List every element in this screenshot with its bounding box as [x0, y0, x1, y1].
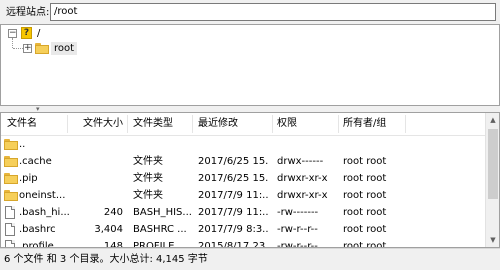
file-type: 文件夹	[133, 190, 163, 201]
column-header-name[interactable]: 文件名	[7, 117, 37, 130]
file-type: PROFILE ...	[133, 241, 188, 248]
file-permissions: -rw-------	[277, 207, 319, 218]
tree-item-root[interactable]: root	[51, 42, 78, 55]
folder-icon	[4, 156, 18, 167]
folder-icon	[35, 43, 49, 54]
column-divider[interactable]	[127, 115, 128, 133]
file-permissions: -rw-r--r--	[277, 241, 318, 248]
file-size: 148	[103, 241, 123, 248]
column-divider[interactable]	[405, 115, 406, 133]
table-row[interactable]: .cache 文件夹 2017/6/25 15... drwx------ ro…	[1, 153, 485, 170]
tree-root-label[interactable]: /	[37, 27, 40, 40]
file-name: .cache	[19, 156, 52, 167]
file-list-header: 文件名 文件大小 文件类型 最近修改 权限 所有者/组	[1, 113, 485, 136]
status-bar: 6 个文件 和 3 个目录。大小总计: 4,145 字节	[0, 248, 500, 270]
file-permissions: drwxr-xr-x	[277, 190, 328, 201]
remote-site-bar: 远程站点: /root	[0, 0, 500, 24]
file-owner: root root	[343, 173, 387, 184]
file-name: .bashrc	[19, 224, 56, 235]
file-name: ..	[19, 139, 26, 150]
file-modified: 2017/7/9 8:3...	[198, 224, 268, 235]
file-list: 文件名 文件大小 文件类型 最近修改 权限 所有者/组 .. .cache 文件…	[0, 112, 500, 248]
file-modified: 2017/6/25 15...	[198, 173, 268, 184]
file-type: 文件夹	[133, 156, 163, 167]
file-size: 240	[103, 207, 123, 218]
file-modified: 2017/7/9 11:...	[198, 207, 268, 218]
file-name: .profile	[19, 241, 54, 248]
table-row[interactable]: .bash_hi... 240 BASH_HIS... 2017/7/9 11:…	[1, 204, 485, 221]
file-type: BASHRC ...	[133, 224, 187, 235]
column-header-permissions[interactable]: 权限	[277, 117, 297, 130]
collapse-root-icon[interactable]: −	[8, 29, 17, 38]
remote-site-label: 远程站点:	[6, 7, 50, 18]
column-divider[interactable]	[272, 115, 273, 133]
folder-icon	[4, 190, 18, 201]
file-modified: 2015/8/17 23...	[198, 241, 268, 248]
file-owner: root root	[343, 190, 387, 201]
column-header-type[interactable]: 文件类型	[133, 117, 173, 130]
file-type: 文件夹	[133, 173, 163, 184]
folder-icon	[4, 139, 18, 150]
column-header-size[interactable]: 文件大小	[83, 117, 123, 130]
table-row[interactable]: oneinst... 文件夹 2017/7/9 11:... drwxr-xr-…	[1, 187, 485, 204]
scroll-down-arrow-icon[interactable]: ▼	[486, 233, 499, 247]
file-owner: root root	[343, 224, 387, 235]
file-owner: root root	[343, 156, 387, 167]
file-name: .pip	[19, 173, 38, 184]
expand-root-folder-icon[interactable]: +	[23, 44, 32, 53]
file-permissions: -rw-r--r--	[277, 224, 318, 235]
column-divider[interactable]	[192, 115, 193, 133]
table-row[interactable]: .bashrc 3,404 BASHRC ... 2017/7/9 8:3...…	[1, 221, 485, 238]
column-divider[interactable]	[338, 115, 339, 133]
table-row[interactable]: .profile 148 PROFILE ... 2015/8/17 23...…	[1, 238, 485, 248]
remote-path-input[interactable]: /root	[50, 3, 496, 21]
column-header-owner[interactable]: 所有者/组	[343, 117, 386, 130]
file-owner: root root	[343, 207, 387, 218]
question-mark-folder-icon: ?	[21, 27, 32, 39]
column-header-modified[interactable]: 最近修改	[198, 117, 238, 130]
folder-icon	[4, 173, 18, 184]
file-modified: 2017/6/25 15...	[198, 156, 268, 167]
file-owner: root root	[343, 241, 387, 248]
file-name: oneinst...	[19, 190, 66, 201]
directory-tree: − ? / + root	[0, 24, 500, 106]
tree-connector	[12, 38, 13, 48]
table-row[interactable]: .pip 文件夹 2017/6/25 15... drwxr-xr-x root…	[1, 170, 485, 187]
file-permissions: drwx------	[277, 156, 324, 167]
scroll-thumb[interactable]	[488, 129, 498, 199]
file-size: 3,404	[94, 224, 123, 235]
file-name: .bash_hi...	[19, 207, 69, 218]
table-row[interactable]: ..	[1, 136, 485, 153]
file-icon	[5, 240, 15, 247]
tree-connector	[13, 48, 23, 49]
file-type: BASH_HIS...	[133, 207, 192, 218]
file-icon	[5, 223, 15, 236]
scroll-up-arrow-icon[interactable]: ▲	[486, 113, 499, 127]
vertical-scrollbar[interactable]: ▲ ▼	[485, 113, 499, 247]
file-permissions: drwxr-xr-x	[277, 173, 328, 184]
status-summary: 6 个文件 和 3 个目录。大小总计: 4,145 字节	[4, 254, 208, 265]
file-modified: 2017/7/9 11:...	[198, 190, 268, 201]
column-divider[interactable]	[67, 115, 68, 133]
file-icon	[5, 206, 15, 219]
